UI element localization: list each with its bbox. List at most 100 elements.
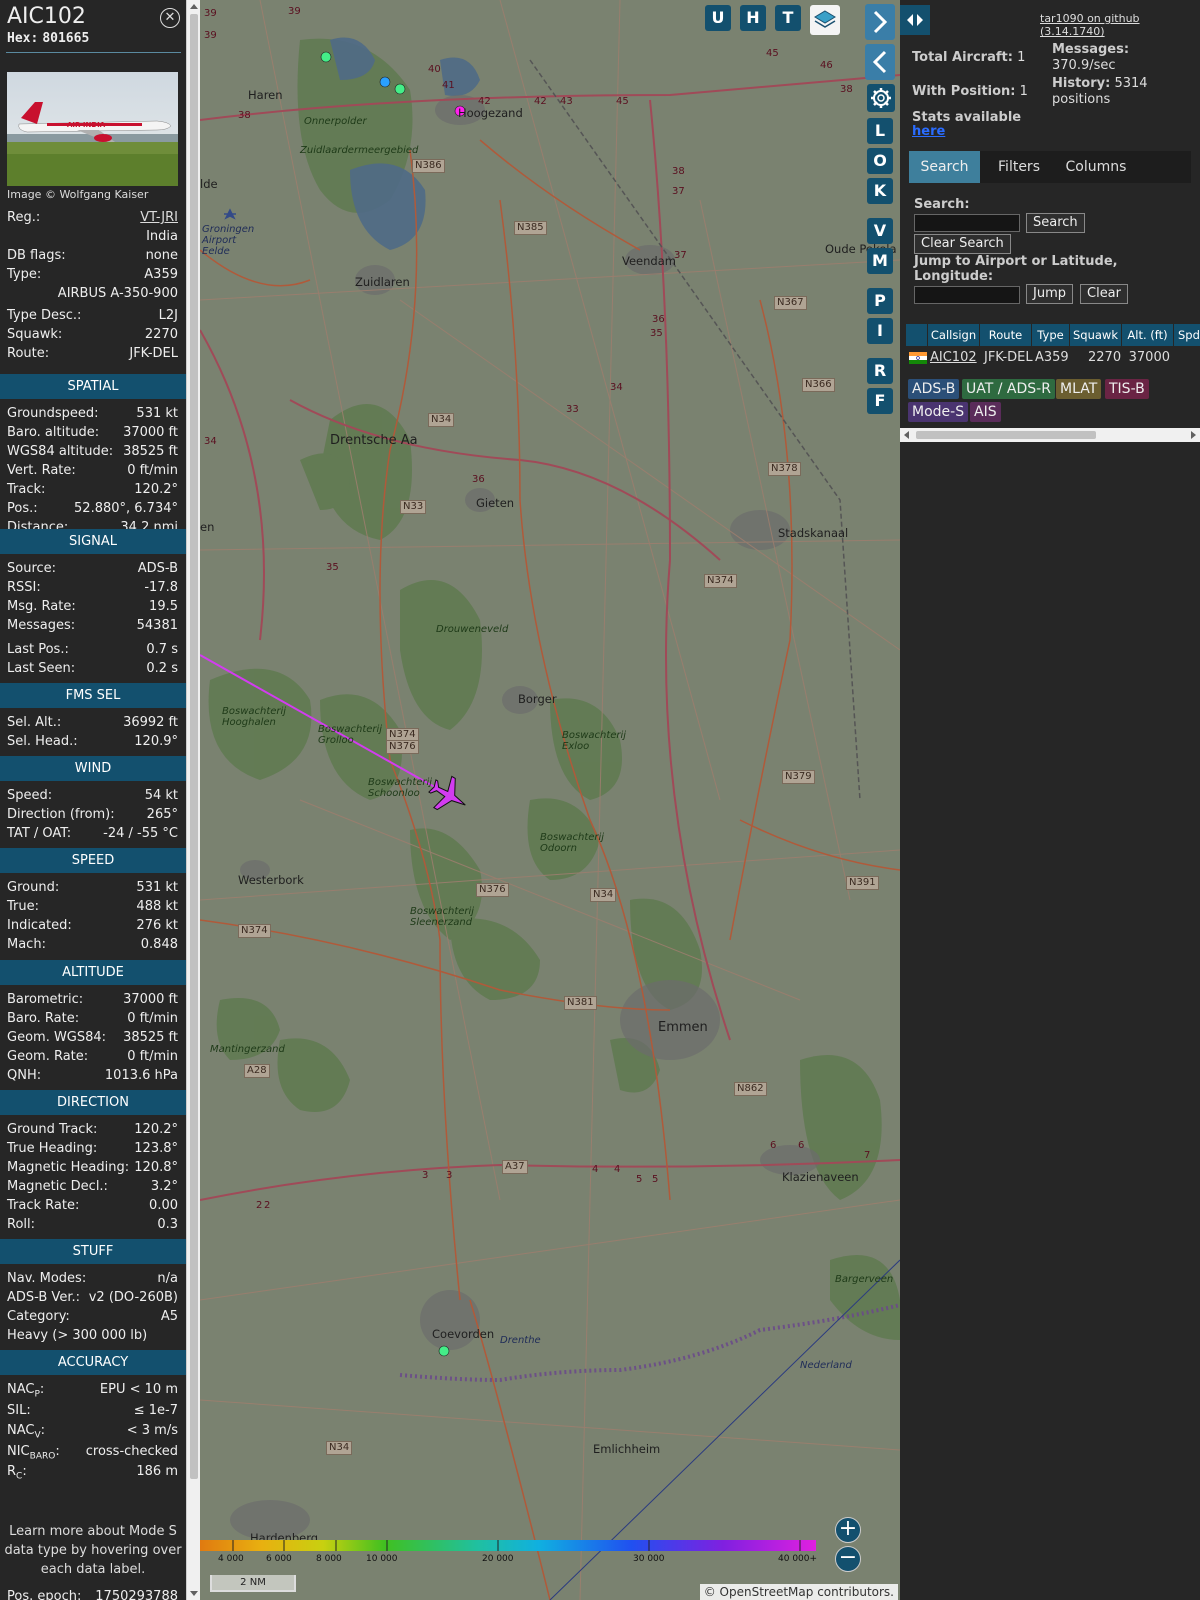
zoom-out-button[interactable]: − bbox=[835, 1546, 861, 1572]
stuff-row-heavy-300-000-lb-label: Heavy (> 300 000 lb) bbox=[7, 1328, 148, 1343]
direction-row-roll: Roll: 0.3 bbox=[7, 1215, 178, 1234]
source-adsb[interactable]: ADS-B bbox=[908, 379, 960, 399]
tab-filters[interactable]: Filters bbox=[984, 151, 1054, 183]
spatial-row-wgs84-altitude-label: WGS84 altitude: bbox=[7, 444, 114, 459]
row-squawk: 2270 bbox=[1088, 350, 1122, 365]
toggle-sidebar-button[interactable] bbox=[900, 5, 930, 35]
source-mode-s[interactable]: Mode-S bbox=[908, 402, 969, 422]
table-scroll-thumb[interactable] bbox=[916, 431, 1096, 439]
scroll-down-icon[interactable] bbox=[190, 1591, 198, 1596]
row-callsign[interactable]: AIC102 bbox=[930, 348, 977, 368]
section-header-direction[interactable]: DIRECTION bbox=[0, 1090, 186, 1115]
wind-row-direction-from-label: Direction (from): bbox=[7, 807, 115, 822]
map-button-m[interactable]: M bbox=[867, 248, 893, 274]
road-shield: N366 bbox=[802, 378, 835, 392]
accuracy-row-rc: RC: 186 m bbox=[7, 1462, 178, 1482]
aircraft-photo[interactable]: AIR INDIA bbox=[7, 72, 178, 186]
spatial-row-pos: Pos.: 52.880°, 6.734° bbox=[7, 499, 178, 518]
clear-search-button[interactable]: Clear Search bbox=[914, 234, 1011, 254]
source-uat-adsr[interactable]: UAT / ADS-R bbox=[962, 379, 1055, 399]
section-header-accuracy[interactable]: ACCURACY bbox=[0, 1350, 186, 1375]
source-mlat[interactable]: MLAT bbox=[1056, 379, 1102, 399]
pos-epoch-row: Pos. epoch: 1750293788 bbox=[7, 1587, 178, 1600]
section-header-fms[interactable]: FMS SEL bbox=[0, 683, 186, 708]
github-link[interactable]: tar1090 on github (3.14.1740) bbox=[1040, 12, 1200, 38]
table-header-callsign[interactable]: Callsign bbox=[928, 324, 980, 346]
spatial-row-baro-altitude-label: Baro. altitude: bbox=[7, 425, 100, 440]
jump-input[interactable] bbox=[914, 286, 1020, 304]
section-header-altitude[interactable]: ALTITUDE bbox=[0, 960, 186, 985]
section-header-wind[interactable]: WIND bbox=[0, 756, 186, 781]
altitude-tick-label: 8 000 bbox=[316, 1554, 342, 1564]
close-icon[interactable]: ✕ bbox=[160, 8, 180, 28]
source-ais[interactable]: AIS bbox=[970, 402, 1001, 422]
info-row-airbus-a-350-900-value: AIRBUS A-350-900 bbox=[57, 286, 178, 301]
table-header-speed[interactable]: Spd bbox=[1174, 324, 1200, 346]
scroll-thumb[interactable] bbox=[190, 14, 198, 1479]
table-header-squawk[interactable]: Squawk bbox=[1070, 324, 1122, 346]
altitude-row-geom-rate: Geom. Rate: 0 ft/min bbox=[7, 1047, 178, 1066]
source-tisb[interactable]: TIS-B bbox=[1105, 379, 1149, 399]
previous-aircraft-button[interactable] bbox=[865, 44, 895, 80]
stuff-row-nav-modes-label: Nav. Modes: bbox=[7, 1271, 87, 1286]
table-scrollbar[interactable] bbox=[900, 428, 1200, 442]
scroll-up-icon[interactable] bbox=[190, 4, 198, 9]
speed-row-ground: Ground: 531 kt bbox=[7, 878, 178, 897]
stuff-row-category-label: Category: bbox=[7, 1309, 70, 1324]
direction-row-magnetic-heading: Magnetic Heading: 120.8° bbox=[7, 1158, 178, 1177]
map-button-v[interactable]: V bbox=[867, 218, 893, 244]
search-input[interactable] bbox=[914, 214, 1020, 232]
table-header-type[interactable]: Type bbox=[1032, 324, 1070, 346]
stats-link[interactable]: here bbox=[912, 124, 945, 139]
chevron-right-icon bbox=[873, 10, 888, 34]
road-shield: N34 bbox=[428, 413, 455, 427]
direction-row-magnetic-heading-value: 120.8° bbox=[134, 1160, 178, 1175]
map-button-p[interactable]: P bbox=[867, 288, 893, 314]
layers-button[interactable] bbox=[810, 5, 840, 35]
map-button-h[interactable]: H bbox=[740, 5, 766, 31]
map-view[interactable]: Haren Hoogezand Zuidlaren Veendam Oude Pekel… bbox=[200, 0, 900, 1600]
map-button-f[interactable]: F bbox=[867, 388, 893, 414]
road-shield: N391 bbox=[846, 876, 879, 890]
table-header-altitude[interactable]: Alt. (ft) bbox=[1122, 324, 1174, 346]
tab-columns[interactable]: Columns bbox=[1058, 151, 1134, 183]
tab-search[interactable]: Search bbox=[909, 151, 980, 183]
section-header-speed[interactable]: SPEED bbox=[0, 848, 186, 873]
direction-row-track-rate-value: 0.00 bbox=[149, 1198, 178, 1213]
map-button-l[interactable]: L bbox=[867, 118, 893, 144]
map-button-o[interactable]: O bbox=[867, 148, 893, 174]
attribution-prefix: © bbox=[703, 1585, 720, 1599]
info-row-db-flags: DB flags: none bbox=[7, 246, 178, 265]
accuracy-row-nicbaro-label-sub: BARO bbox=[29, 1451, 56, 1462]
next-aircraft-button[interactable] bbox=[865, 4, 895, 40]
map-button-t[interactable]: T bbox=[775, 5, 801, 31]
settings-button[interactable] bbox=[867, 84, 895, 112]
map-button-u[interactable]: U bbox=[705, 5, 731, 31]
info-row-db-flags-label: DB flags: bbox=[7, 248, 66, 263]
map-button-k[interactable]: K bbox=[867, 178, 893, 204]
table-header-route[interactable]: Route bbox=[980, 324, 1032, 346]
info-panel-scrollbar[interactable] bbox=[186, 0, 200, 1600]
section-header-spatial[interactable]: SPATIAL bbox=[0, 374, 186, 399]
wind-row-tat-oat: TAT / OAT: -24 / -55 °C bbox=[7, 824, 178, 843]
hex-label: Hex: bbox=[7, 31, 39, 46]
accuracy-row-sil-value: ≤ 1e-7 bbox=[133, 1402, 178, 1418]
signal-row-last-seen-value: 0.2 s bbox=[146, 661, 178, 676]
search-button[interactable]: Search bbox=[1026, 213, 1085, 233]
map-button-i[interactable]: I bbox=[867, 318, 893, 344]
jump-button[interactable]: Jump bbox=[1026, 284, 1073, 304]
scroll-right-icon[interactable] bbox=[1191, 431, 1196, 439]
info-row-reg-value[interactable]: VT-JRI bbox=[140, 208, 178, 227]
zoom-in-button[interactable]: + bbox=[835, 1517, 861, 1543]
section-header-signal[interactable]: SIGNAL bbox=[0, 529, 186, 554]
fms-row-sel-head-label: Sel. Head.: bbox=[7, 734, 78, 749]
spatial-row-track-label: Track: bbox=[7, 482, 46, 497]
clear-jump-button[interactable]: Clear bbox=[1080, 284, 1128, 304]
messages-rate: 370.9/sec bbox=[1052, 58, 1116, 73]
scroll-left-icon[interactable] bbox=[904, 431, 909, 439]
section-header-stuff[interactable]: STUFF bbox=[0, 1239, 186, 1264]
osm-link[interactable]: OpenStreetMap bbox=[720, 1585, 814, 1599]
direction-row-roll-label: Roll: bbox=[7, 1217, 36, 1232]
map-button-r[interactable]: R bbox=[867, 358, 893, 384]
map-town-label: Emmen bbox=[658, 1020, 708, 1035]
